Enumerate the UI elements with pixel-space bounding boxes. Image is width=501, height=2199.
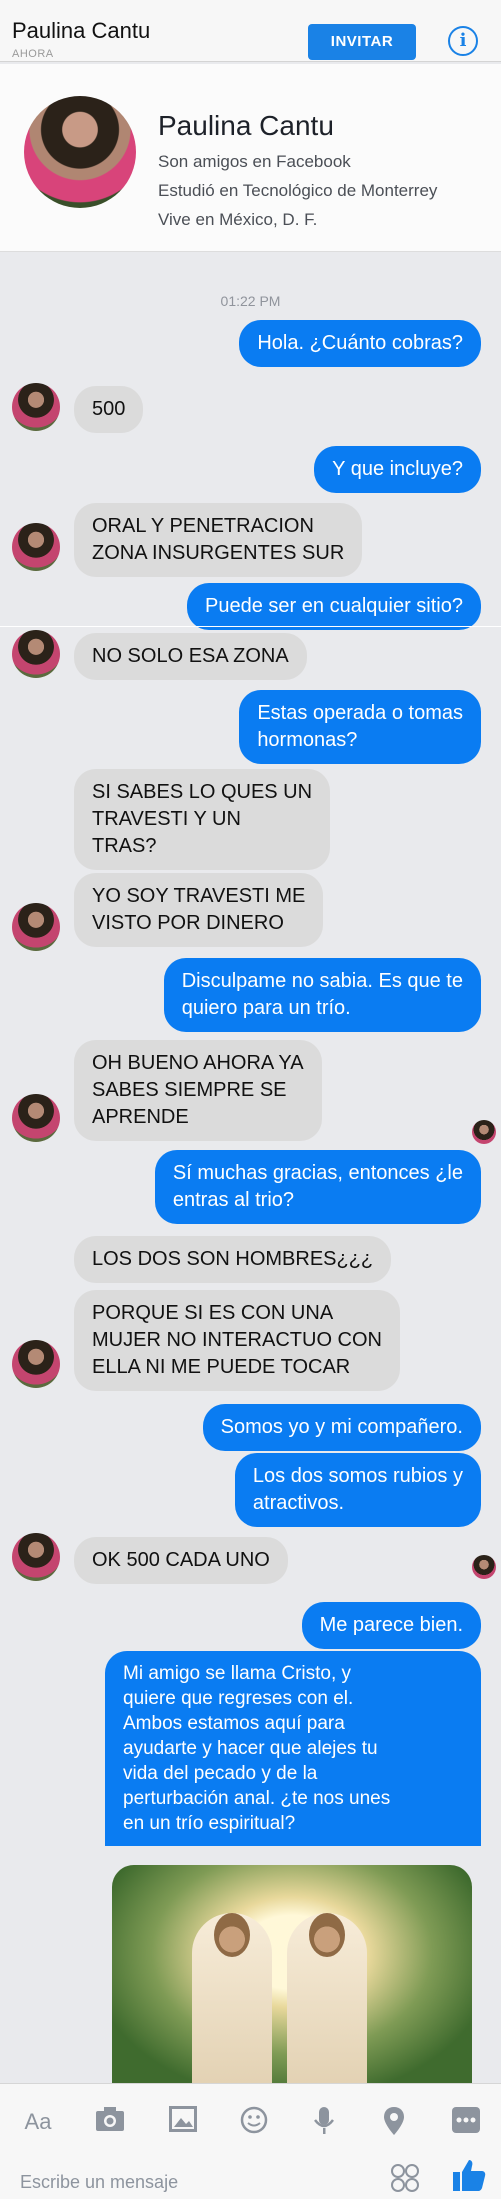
location-icon[interactable] [376,2106,412,2138]
message-sent[interactable]: Me parece bien. [301,1602,481,1649]
message-received[interactable]: LOS DOS SON HOMBRES¿¿¿ [74,1236,392,1283]
message-received[interactable]: NO SOLO ESA ZONA [74,633,307,680]
microphone-icon[interactable] [306,2106,342,2138]
profile-avatar[interactable] [24,96,136,208]
avatar [12,630,60,678]
message-input[interactable]: Escribe un mensaje [20,2172,178,2193]
info-icon[interactable]: i [448,26,478,56]
avatar [12,1094,60,1142]
message-sent[interactable]: Disculpame no sabia. Es que te quiero pa… [163,958,481,1032]
more-icon[interactable] [448,2106,484,2138]
message-sent[interactable]: Estas operada o tomas hormonas? [239,690,481,764]
contact-status: AHORA [12,48,54,60]
message-sent[interactable]: Somos yo y mi compañero. [202,1404,481,1451]
message-received[interactable]: PORQUE SI ES CON UNA MUJER NO INTERACTUO… [74,1290,400,1391]
profile-name: Paulina Cantu [158,110,334,141]
avatar [12,1533,60,1581]
message-sent[interactable]: Hola. ¿Cuánto cobras? [239,320,481,367]
message-sent[interactable]: Mi amigo se llama Cristo, y quiere que r… [105,1651,481,1846]
image-seam [0,626,501,627]
camera-icon[interactable] [92,2106,128,2138]
seen-avatar [472,1120,496,1144]
figure-right-head [309,1913,345,1957]
message-received[interactable]: 500 [74,386,144,433]
message-received[interactable]: OH BUENO AHORA YA SABES SIEMPRE SE APREN… [74,1040,322,1141]
message-received[interactable]: SI SABES LO QUES UN TRAVESTI Y UN TRAS? [74,769,331,870]
text-format-icon[interactable]: Aa [20,2106,56,2138]
message-received[interactable]: YO SOY TRAVESTI ME VISTO POR DINERO [74,873,324,947]
message-received[interactable]: ORAL Y PENETRACION ZONA INSURGENTES SUR [74,503,363,577]
image-icon[interactable] [165,2106,201,2138]
message-sent[interactable]: Sí muchas gracias, entonces ¿le entras a… [154,1150,481,1224]
contact-name[interactable]: Paulina Cantu [12,18,150,44]
profile-card: Paulina Cantu Son amigos en Facebook Est… [0,64,501,252]
message-sent[interactable]: Puede ser en cualquier sitio? [187,583,481,630]
sticker-icon[interactable] [236,2106,272,2138]
avatar [12,523,60,571]
attached-image[interactable] [112,1865,472,2083]
avatar [12,383,60,431]
profile-friendship: Son amigos en Facebook [158,152,351,171]
profile-location: Vive en México, D. F. [158,210,318,229]
seen-avatar [472,1555,496,1579]
message-timestamp: 01:22 PM [220,293,281,309]
figure-left-head [214,1913,250,1957]
message-composer: Aa Escribe un mensaje [0,2083,501,2199]
emoji-icon[interactable] [389,2163,421,2195]
message-received[interactable]: OK 500 CADA UNO [74,1537,288,1584]
conversation-header: Paulina Cantu AHORA INVITAR i [0,0,501,62]
profile-education: Estudió en Tecnológico de Monterrey [158,181,438,200]
message-sent[interactable]: Los dos somos rubios y atractivos. [234,1453,481,1527]
message-sent[interactable]: Y que incluye? [314,446,481,493]
like-icon[interactable] [450,2157,488,2195]
avatar [12,1340,60,1388]
invite-button[interactable]: INVITAR [308,24,416,60]
avatar [12,903,60,951]
